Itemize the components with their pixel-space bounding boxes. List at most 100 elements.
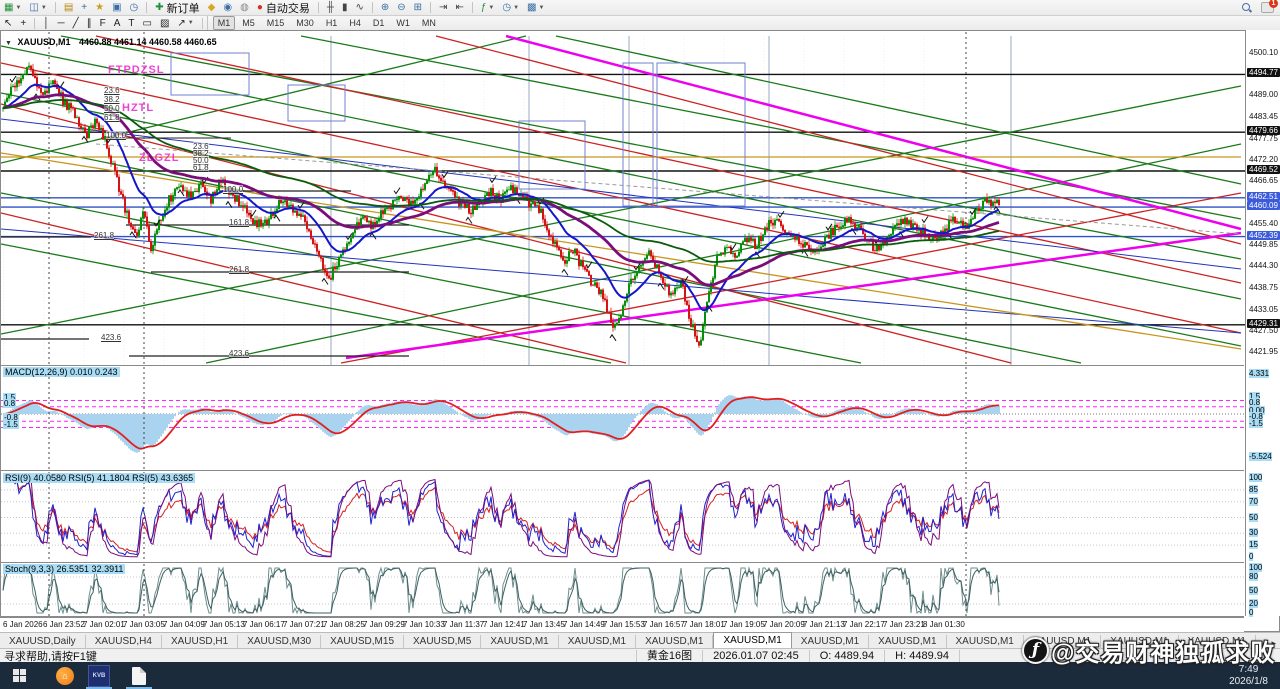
bar-chart-button[interactable]: ╫ (324, 1, 337, 14)
auto-scroll-button[interactable]: ⇥ (436, 1, 450, 14)
kvb-icon: KVB (88, 665, 110, 687)
search-icon[interactable] (1242, 3, 1251, 12)
templates-button[interactable]: ▩▼ (524, 1, 547, 14)
pattern-icon: ▨ (160, 17, 169, 30)
chart-shift-button[interactable]: ⇤ (452, 1, 466, 14)
horizontal-line-button[interactable]: ─ (54, 17, 67, 30)
tile-windows-button[interactable]: ⊞ (411, 1, 425, 14)
chart-tab-10[interactable]: XAUUSD,M1 (792, 635, 869, 649)
timeframe-m15[interactable]: M15 (262, 16, 290, 30)
axis-label: 4466.65 (1249, 176, 1278, 185)
fibonacci-icon: F (100, 17, 106, 30)
chart-tab-3[interactable]: XAUUSD,M30 (238, 635, 321, 649)
market-watch-button[interactable]: ▤ (61, 1, 76, 14)
stoch-label[interactable]: Stoch(9,3,3) 26.5351 32.3911 (3, 564, 125, 574)
pattern-button[interactable]: ▨ (157, 17, 172, 30)
periods-button[interactable]: ◷▼ (499, 1, 522, 14)
pane-separator[interactable] (0, 562, 1244, 563)
chart-tab-9[interactable]: XAUUSD,M1 (713, 632, 791, 649)
chart-tab-14[interactable]: XAUUSD,M1 (1101, 635, 1178, 649)
chart-tab-8[interactable]: XAUUSD,M1 (636, 635, 713, 649)
zoom-in-button[interactable]: ⊕ (378, 1, 392, 14)
chart-tab-1[interactable]: XAUUSD,H4 (86, 635, 162, 649)
macd-pane[interactable] (1, 367, 1245, 471)
taskbar-clock[interactable]: 7:49 2026/1/8 (1229, 664, 1280, 688)
chart-tab-7[interactable]: XAUUSD,M1 (559, 635, 636, 649)
main-chart-pane[interactable] (1, 32, 1245, 366)
pane-separator[interactable] (0, 365, 1244, 366)
chart-tab-13[interactable]: XAUUSD,M1 (1024, 635, 1101, 649)
timeframe-h1[interactable]: H1 (321, 16, 343, 30)
time-axis[interactable]: 6 Jan 20266 Jan 23:527 Jan 02:017 Jan 03… (0, 617, 1244, 632)
line-chart-button[interactable]: ∿ (352, 1, 366, 14)
chart-window[interactable]: 1.50.8-0.8-1.523.638.250.061.8100.023.63… (0, 30, 1280, 632)
status-profile[interactable]: 黄金16图 (636, 650, 702, 662)
new-chart-button[interactable]: ▦▼ (1, 1, 24, 14)
autotrading-icon: ● (257, 1, 263, 14)
notifications-icon[interactable]: 1 (1261, 2, 1274, 13)
time-axis-label: 7 Jan 20:09 (763, 620, 805, 629)
toolbar-separator (34, 18, 35, 29)
axis-label: 4472.20 (1249, 155, 1278, 164)
oneclick-arrow-icon[interactable]: ▼ (5, 40, 12, 47)
zoom-out-button[interactable]: ⊖ (394, 1, 408, 14)
profiles-button[interactable]: ◫▼ (26, 1, 49, 14)
rsi-pane[interactable] (1, 472, 1245, 563)
chart-tab-0[interactable]: XAUUSD,Daily (0, 635, 86, 649)
kvb-taskbar-button[interactable]: KVB (82, 662, 116, 689)
data-window-button[interactable]: + (78, 1, 90, 14)
fibonacci-level-label: 100.0 (223, 185, 243, 194)
shapes-button[interactable]: ▭ (140, 17, 155, 30)
rsi-label[interactable]: RSI(9) 40.0580 RSI(5) 41.1804 RSI(5) 43.… (3, 473, 195, 483)
arrows-button[interactable]: ↗▼ (174, 17, 196, 30)
chart-tab-6[interactable]: XAUUSD,M1 (481, 635, 558, 649)
chart-tab-11[interactable]: XAUUSD,M1 (869, 635, 946, 649)
timeframe-m5[interactable]: M5 (237, 16, 260, 30)
channel-button[interactable]: ∥ (84, 17, 95, 30)
indicators-button[interactable]: ƒ▼ (478, 1, 498, 14)
cursor-button[interactable]: ↖ (1, 17, 15, 30)
timeframe-w1[interactable]: W1 (391, 16, 415, 30)
navigator-button[interactable]: ★ (92, 1, 107, 14)
pane-separator[interactable] (0, 616, 1244, 617)
price-axis[interactable]: 4500.104489.004483.454477.754472.204466.… (1245, 30, 1280, 616)
trendline-button[interactable]: ╱ (70, 17, 82, 30)
axis-label: -5.524 (1249, 452, 1272, 461)
windows-logo-icon (13, 669, 26, 682)
fibonacci-button[interactable]: F (97, 17, 109, 30)
chart-tab-4[interactable]: XAUUSD,M15 (321, 635, 404, 649)
vertical-line-button[interactable]: │ (40, 17, 52, 30)
timeframe-m30[interactable]: M30 (291, 16, 319, 30)
autotrading-button[interactable]: ●自动交易 (254, 1, 313, 14)
timeframe-h4[interactable]: H4 (344, 16, 366, 30)
metaeditor-button[interactable]: ◆ (205, 1, 219, 14)
label-button[interactable]: T (125, 17, 137, 30)
chart-tab-15[interactable]: XAUUSD,M1 (1179, 635, 1256, 649)
strategy-tester-button[interactable]: ◷ (127, 1, 142, 14)
experts-button[interactable]: ◉ (220, 1, 235, 14)
axis-label: 4452.39 (1247, 231, 1280, 240)
new-order-button[interactable]: ✚新订单 (152, 1, 202, 14)
stoch-pane[interactable] (1, 564, 1245, 617)
chart-tab-2[interactable]: XAUUSD,H1 (162, 635, 238, 649)
notepad-taskbar-button[interactable] (122, 662, 156, 689)
axis-label: 100 (1249, 563, 1262, 572)
alerts-button[interactable]: ◍ (237, 1, 252, 14)
timeframe-d1[interactable]: D1 (368, 16, 390, 30)
chevron-down-icon: ▼ (41, 5, 47, 11)
axis-label: 4500.10 (1249, 48, 1278, 57)
candlestick-button[interactable]: ▮ (339, 1, 351, 14)
chart-tab-5[interactable]: XAUUSD,M5 (404, 635, 481, 649)
browser-taskbar-button[interactable]: ⌂ (48, 662, 82, 689)
pane-separator[interactable] (0, 470, 1244, 471)
crosshair-button[interactable]: + (17, 17, 29, 30)
start-button[interactable] (2, 662, 36, 689)
toolbar-separator (202, 18, 203, 29)
macd-label[interactable]: MACD(12,26,9) 0.010 0.243 (3, 367, 120, 377)
terminal-button[interactable]: ▣ (109, 1, 124, 14)
chart-tab-12[interactable]: XAUUSD,M1 (947, 635, 1024, 649)
axis-label: 4494.77 (1247, 68, 1280, 77)
text-button[interactable]: A (111, 17, 124, 30)
timeframe-mn[interactable]: MN (417, 16, 441, 30)
timeframe-m1[interactable]: M1 (213, 16, 236, 30)
